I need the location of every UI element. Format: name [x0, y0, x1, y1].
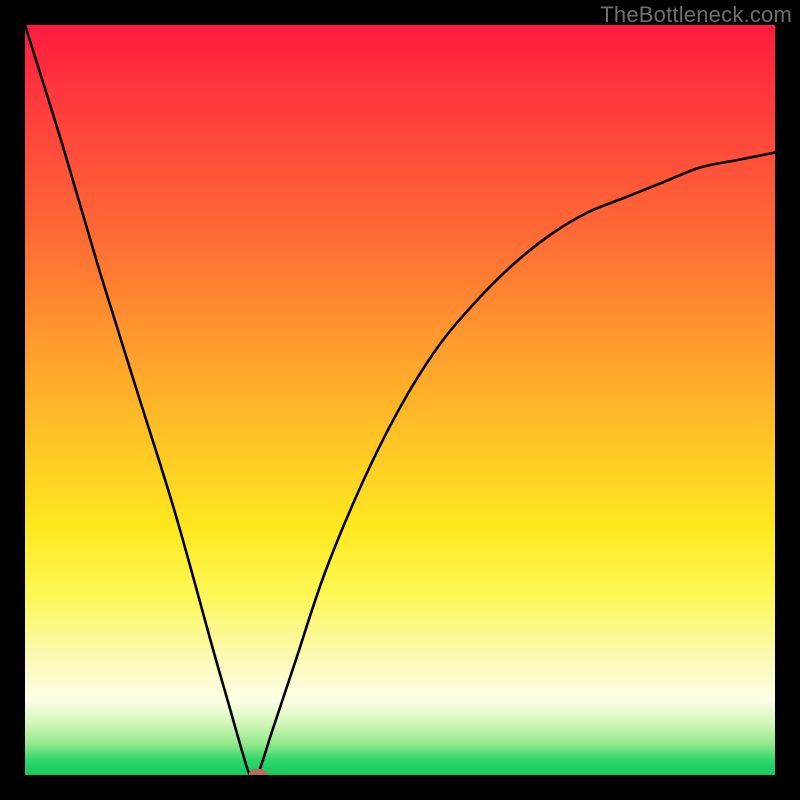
- watermark-text: TheBottleneck.com: [600, 2, 792, 28]
- curve-svg: [25, 25, 775, 775]
- plot-area: [25, 25, 775, 775]
- optimum-marker: [249, 769, 267, 775]
- chart-frame: TheBottleneck.com: [0, 0, 800, 800]
- bottleneck-curve: [25, 25, 775, 775]
